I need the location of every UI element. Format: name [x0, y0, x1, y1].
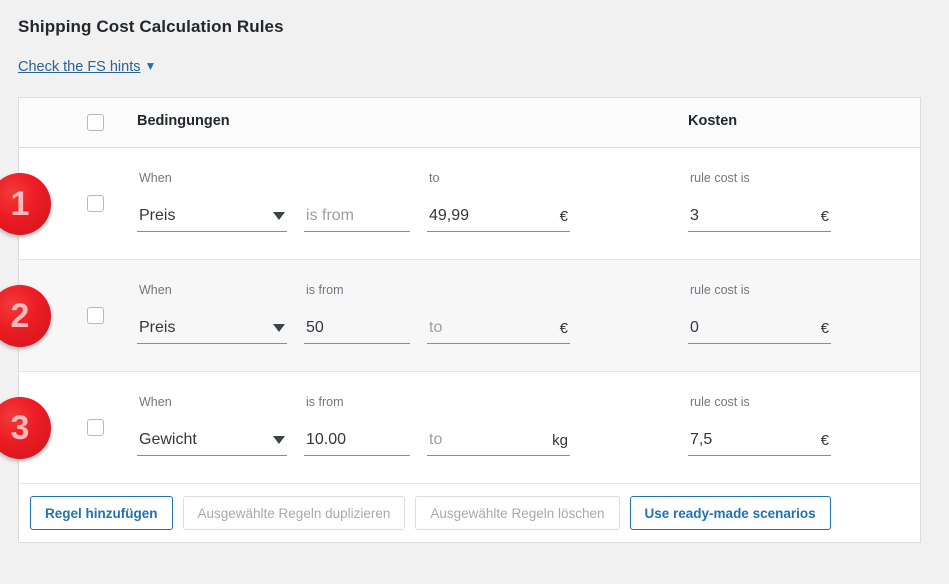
range-unit: € — [559, 207, 568, 225]
range-unit: € — [559, 319, 568, 337]
page-title: Shipping Cost Calculation Rules — [18, 17, 284, 36]
header-cost-label: Kosten — [688, 113, 738, 129]
add-rule-button[interactable]: Regel hinzufügen — [30, 496, 173, 530]
condition-type-value: Preis — [139, 207, 176, 224]
condition-type-value: Preis — [139, 319, 176, 336]
table-header-row: Bedingungen Kosten — [19, 98, 920, 148]
range-to-placeholder: to — [429, 319, 443, 336]
rule-cost-label: rule cost is — [690, 395, 750, 409]
rules-table: Bedingungen Kosten 1 When Preis is from … — [0, 97, 921, 543]
range-from-input[interactable]: is from — [304, 201, 410, 232]
range-from-placeholder: is from — [306, 207, 354, 224]
row-select-checkbox[interactable] — [87, 307, 104, 324]
chevron-down-icon[interactable] — [273, 436, 285, 444]
chevron-down-icon[interactable] — [273, 324, 285, 332]
row-number-badge: 3 — [0, 396, 51, 459]
range-from-field: is from 10.00 — [304, 395, 410, 456]
range-from-label: is from — [306, 283, 344, 297]
check-fs-hints-link[interactable]: Check the FS hints ▼ — [18, 59, 156, 75]
rule-cost-label: rule cost is — [690, 171, 750, 185]
condition-type-select[interactable]: Gewicht — [137, 425, 287, 456]
condition-type-field: When Preis — [137, 283, 287, 344]
row-select-checkbox[interactable] — [87, 195, 104, 212]
hints-link-row: Check the FS hints ▼ — [18, 58, 931, 80]
table-row: 1 When Preis is from to 49,99 € rule cos… — [0, 148, 920, 260]
range-from-value: 50 — [306, 319, 324, 336]
delete-selected-rules-button[interactable]: Ausgewählte Regeln löschen — [415, 496, 620, 530]
table-footer-actions: Regel hinzufügen Ausgewählte Regeln dupl… — [19, 484, 920, 542]
rule-cost-unit: € — [820, 431, 829, 449]
table-row: 2 When Preis is from 50 to € rule cost i… — [0, 260, 920, 372]
rule-cost-value: 3 — [690, 207, 699, 224]
row-cost-cell: rule cost is 3 € — [688, 148, 920, 259]
rule-cost-input[interactable]: 0 € — [688, 313, 831, 344]
condition-type-label: When — [139, 395, 172, 409]
range-to-input[interactable]: to € — [427, 313, 570, 344]
header-cost-cell: Kosten — [688, 98, 920, 147]
condition-type-select[interactable]: Preis — [137, 201, 287, 232]
row-conditions-cell: When Gewicht is from 10.00 to kg — [137, 372, 688, 483]
select-all-checkbox[interactable] — [87, 114, 104, 131]
rule-cost-unit: € — [820, 207, 829, 225]
range-to-input[interactable]: to kg — [427, 425, 570, 456]
row-number-badge: 2 — [0, 284, 51, 347]
header-conditions-cell: Bedingungen — [137, 98, 688, 147]
range-from-field: is from 50 — [304, 283, 410, 344]
range-from-value: 10.00 — [306, 431, 347, 448]
range-from-input[interactable]: 10.00 — [304, 425, 410, 456]
condition-type-value: Gewicht — [139, 431, 197, 448]
condition-type-field: When Gewicht — [137, 395, 287, 456]
row-badge-cell: 3 — [0, 372, 87, 483]
header-conditions-label: Bedingungen — [137, 113, 230, 129]
row-select-checkbox[interactable] — [87, 419, 104, 436]
row-cost-cell: rule cost is 7,5 € — [688, 372, 920, 483]
range-from-field: is from — [304, 201, 410, 232]
range-from-label: is from — [306, 395, 344, 409]
condition-type-select[interactable]: Preis — [137, 313, 287, 344]
range-to-field: to 49,99 € — [427, 171, 570, 232]
range-to-label: to — [429, 171, 440, 185]
rule-cost-unit: € — [820, 319, 829, 337]
range-to-value: 49,99 — [429, 207, 470, 224]
row-conditions-cell: When Preis is from to 49,99 € — [137, 148, 688, 259]
chevron-down-icon[interactable] — [273, 212, 285, 220]
rule-cost-input[interactable]: 7,5 € — [688, 425, 831, 456]
range-to-field: to kg — [427, 425, 570, 456]
use-ready-made-scenarios-button[interactable]: Use ready-made scenarios — [629, 496, 831, 530]
row-select-cell — [87, 260, 137, 371]
row-number-badge: 1 — [0, 172, 51, 235]
row-select-cell — [87, 372, 137, 483]
rule-cost-field: rule cost is 3 € — [688, 171, 831, 232]
shipping-rules-page: Shipping Cost Calculation Rules Check th… — [0, 0, 949, 584]
range-to-placeholder: to — [429, 431, 443, 448]
range-to-field: to € — [427, 313, 570, 344]
check-fs-hints-label: Check the FS hints — [18, 59, 141, 75]
condition-type-label: When — [139, 283, 172, 297]
rule-cost-value: 0 — [690, 319, 699, 336]
row-cost-cell: rule cost is 0 € — [688, 260, 920, 371]
row-badge-cell: 1 — [0, 148, 87, 259]
duplicate-selected-rules-button[interactable]: Ausgewählte Regeln duplizieren — [182, 496, 406, 530]
row-select-cell — [87, 148, 137, 259]
rule-cost-input[interactable]: 3 € — [688, 201, 831, 232]
row-conditions-cell: When Preis is from 50 to € — [137, 260, 688, 371]
table-row: 3 When Gewicht is from 10.00 to kg rule … — [0, 372, 920, 484]
row-badge-cell: 2 — [0, 260, 87, 371]
chevron-down-icon: ▼ — [144, 59, 157, 73]
rule-cost-field: rule cost is 0 € — [688, 283, 831, 344]
condition-type-label: When — [139, 171, 172, 185]
rule-cost-field: rule cost is 7,5 € — [688, 395, 831, 456]
rule-cost-value: 7,5 — [690, 431, 713, 448]
range-to-input[interactable]: 49,99 € — [427, 201, 570, 232]
condition-type-field: When Preis — [137, 171, 287, 232]
header-select-all-cell — [87, 114, 137, 131]
range-from-input[interactable]: 50 — [304, 313, 410, 344]
rule-cost-label: rule cost is — [690, 283, 750, 297]
range-unit: kg — [552, 431, 568, 449]
